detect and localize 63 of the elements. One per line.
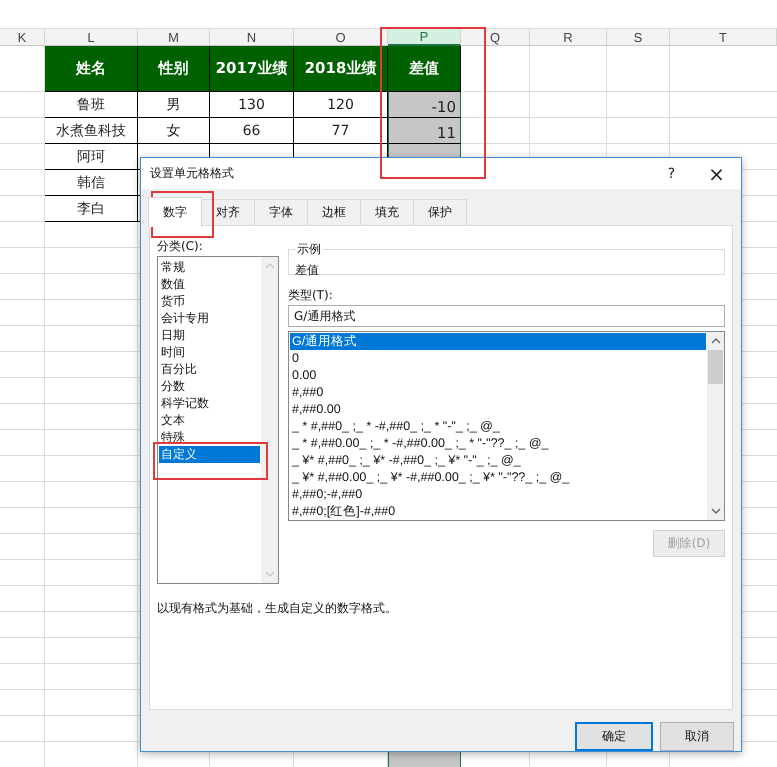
list-item[interactable]: 文本 — [159, 412, 260, 429]
column-header[interactable]: S — [607, 28, 670, 46]
table-cell: 130 — [210, 92, 294, 118]
list-item[interactable]: 0 — [290, 350, 706, 367]
help-button[interactable]: ? — [649, 158, 694, 189]
table-cell: 女 — [138, 118, 210, 144]
header-cell: 姓名 — [45, 46, 138, 92]
category-list[interactable]: 常规 数值 货币 会计专用 日期 时间 百分比 分数 科学记数 文本 特殊 自定义 — [157, 256, 279, 584]
list-item[interactable]: #,##0.00 — [290, 401, 706, 418]
group-label: 示例 — [296, 241, 322, 258]
list-item[interactable]: 特殊 — [159, 429, 260, 446]
list-item[interactable]: 百分比 — [159, 361, 260, 378]
list-item[interactable]: _ * #,##0_ ;_ * -#,##0_ ;_ * "-"_ ;_ @_ — [290, 418, 706, 435]
list-item[interactable]: 常规 — [159, 259, 260, 276]
list-item[interactable]: #,##0;[红色]-#,##0 — [290, 503, 706, 520]
list-item[interactable]: 数值 — [159, 276, 260, 293]
list-item[interactable]: _ ¥* #,##0.00_ ;_ ¥* -#,##0.00_ ;_ ¥* "-"??_ ;_ @_ — [290, 469, 706, 486]
table-cell: 韩信 — [45, 170, 138, 196]
list-item[interactable]: #,##0;-#,##0 — [290, 486, 706, 503]
description-text: 以现有格式为基础，生成自定义的数字格式。 — [157, 600, 398, 617]
column-header[interactable]: R — [530, 28, 607, 46]
close-button[interactable]: × — [694, 158, 739, 189]
table-cell: 11 — [388, 118, 461, 144]
list-item[interactable]: _ * #,##0.00_ ;_ * -#,##0.00_ ;_ * "-"??_ ;_ @_ — [290, 435, 706, 452]
sample-text: 差值 — [295, 263, 319, 277]
dialog-title: 设置单元格格式 — [150, 165, 235, 182]
column-header[interactable]: T — [670, 28, 777, 46]
category-label: 分类(C): — [157, 238, 204, 255]
column-header[interactable]: Q — [461, 28, 530, 46]
list-item[interactable]: 0.00 — [290, 367, 706, 384]
table-cell: -10 — [388, 92, 461, 118]
table-cell: 男 — [138, 92, 210, 118]
table-cell: 66 — [210, 118, 294, 144]
ok-button[interactable]: 确定 — [575, 722, 653, 751]
header-cell: 2017业绩 — [210, 46, 294, 92]
column-header[interactable]: N — [210, 28, 294, 46]
list-item[interactable]: 货币 — [159, 293, 260, 310]
table-cell: 李白 — [45, 196, 138, 222]
list-item[interactable]: 分数 — [159, 378, 260, 395]
column-header[interactable]: K — [0, 28, 45, 46]
input-field[interactable]: G/通用格式 — [288, 305, 725, 327]
tab[interactable]: 保护 — [413, 199, 467, 225]
header-cell: 2018业绩 — [294, 46, 388, 92]
column-header[interactable]: M — [138, 28, 210, 46]
list-item[interactable]: #,##0 — [290, 384, 706, 401]
cancel-button[interactable]: 取消 — [660, 722, 734, 751]
header-cell: 性别 — [138, 46, 210, 92]
column-header[interactable]: P — [388, 28, 461, 46]
tab[interactable]: 数字 — [148, 197, 202, 227]
table-cell: 阿珂 — [45, 144, 138, 170]
list-item[interactable]: 科学记数 — [159, 395, 260, 412]
list-item[interactable]: 时间 — [159, 344, 260, 361]
table-cell: 水煮鱼科技 — [45, 118, 138, 144]
list-item[interactable]: 自定义 — [159, 446, 260, 463]
column-header[interactable]: L — [45, 28, 138, 46]
list-item[interactable]: _ ¥* #,##0_ ;_ ¥* -#,##0_ ;_ ¥* "-"_ ;_ @_ — [290, 452, 706, 469]
header-cell: 差值 — [388, 46, 461, 92]
table-cell: 鲁班 — [45, 92, 138, 118]
list-item[interactable]: G/通用格式 — [290, 333, 706, 350]
list-item[interactable]: 会计专用 — [159, 310, 260, 327]
list-item[interactable]: 日期 — [159, 327, 260, 344]
type-label: 类型(T): — [288, 287, 334, 304]
column-header[interactable]: O — [294, 28, 388, 46]
